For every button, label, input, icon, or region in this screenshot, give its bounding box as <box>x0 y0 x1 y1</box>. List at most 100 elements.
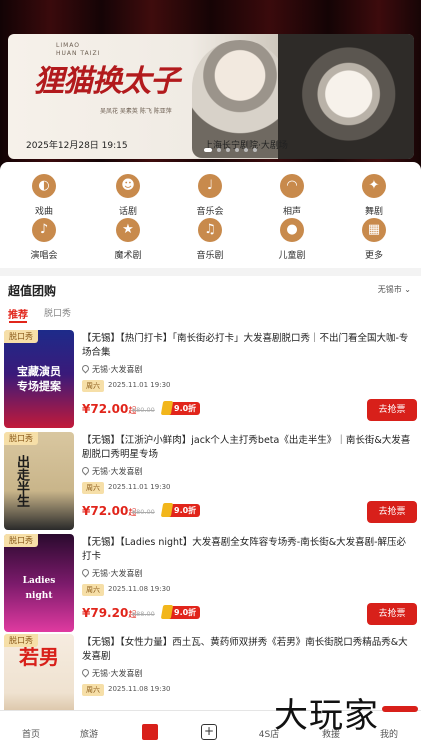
city-label: 无锡市 <box>377 285 402 294</box>
tab-recommend[interactable]: 推荐 <box>8 306 28 321</box>
location-pin-icon <box>80 363 91 374</box>
watermark-underline <box>382 706 418 712</box>
item-price: ¥72.00起 <box>82 402 137 416</box>
item-title: 【无锡】【Ladies night】大发喜剧全女阵容专场秀-南长街&大发喜剧-解… <box>82 537 407 562</box>
concert-mic-icon: ♪ <box>32 218 56 242</box>
poster-title: 出走半生 <box>14 455 29 507</box>
banner-cast: 吴凤花 吴素英 陈飞 陈亚萍 <box>100 108 172 115</box>
weekday-badge: 周六 <box>82 380 104 392</box>
section-title: 超值团购 <box>8 284 57 298</box>
buy-ticket-button[interactable]: 去抢票 <box>367 501 417 523</box>
location-pin-icon <box>80 567 91 578</box>
poster-image: Ladies night <box>4 534 74 632</box>
poster-image: 宝藏演员 专场提案 <box>4 330 74 428</box>
list-item[interactable]: 出走半生 脱口秀 【无锡】【江浙沪小鲜肉】jack个人主打秀beta《出走半生》… <box>0 432 421 530</box>
add-icon[interactable]: + <box>201 724 217 740</box>
poster-image: 出走半生 <box>4 432 74 530</box>
category-grid: ◐ 戏曲 ☻ 话剧 ♩ 音乐会 ◠ 相声 ✦ 舞剧 ♪ 演唱会 ★ 魔术剧 ♫ 音乐剧 ● 儿童剧… <box>0 162 421 268</box>
category-label: 相声 <box>282 207 301 217</box>
ticket-icon[interactable] <box>142 724 158 740</box>
list-item[interactable]: Ladies night 脱口秀 【无锡】【Ladies night】大发喜剧全… <box>0 534 421 632</box>
item-datetime: 2025.11.01 19:30 <box>108 483 171 491</box>
music-note-icon: ♫ <box>198 218 222 242</box>
original-price: ¥80.00 <box>132 508 155 516</box>
promo-banner[interactable]: LIMAO HUAN TAIZI 狸猫换太子 吴凤花 吴素英 陈飞 陈亚萍 202… <box>8 34 414 159</box>
category-label: 演唱会 <box>30 251 58 261</box>
item-location: 无锡·大发喜剧 <box>80 567 143 579</box>
buy-ticket-button[interactable]: 去抢票 <box>367 399 417 421</box>
poster-title: 宝藏演员 专场提案 <box>17 365 61 393</box>
poster-title: Ladies night <box>22 576 56 601</box>
drama-masks-icon: ☻ <box>116 174 140 198</box>
item-title: 【无锡】【江浙沪小鲜肉】jack个人主打秀beta《出走半生》｜南长街&大发喜剧… <box>82 435 411 460</box>
category-magic[interactable]: ★ 魔术剧 <box>93 218 163 261</box>
city-selector[interactable]: 无锡市 ⌄ <box>378 284 411 295</box>
chevron-down-icon: ⌄ <box>404 285 411 294</box>
category-label: 儿童剧 <box>278 251 306 261</box>
category-label: 舞剧 <box>364 207 383 217</box>
category-concert-music[interactable]: ♩ 音乐会 <box>175 174 245 217</box>
lips-icon: ◠ <box>280 174 304 198</box>
buy-ticket-button[interactable]: 去抢票 <box>367 603 417 625</box>
group-buy-section: 超值团购 无锡市 ⌄ 推荐 脱口秀 宝藏演员 专场提案 脱口秀 【无锡】【热门打卡… <box>0 276 421 732</box>
item-location: 无锡·大发喜剧 <box>80 465 143 477</box>
category-more[interactable]: ▦ 更多 <box>339 218 409 261</box>
magic-star-icon: ★ <box>116 218 140 242</box>
category-label: 更多 <box>364 251 383 261</box>
pagination-dot <box>204 148 212 152</box>
category-opera[interactable]: ◐ 戏曲 <box>9 174 79 217</box>
tab-talk-show[interactable]: 脱口秀 <box>44 306 71 319</box>
watermark-logo: 大玩家 <box>274 696 379 736</box>
category-children[interactable]: ● 儿童剧 <box>257 218 327 261</box>
category-musical[interactable]: ♫ 音乐剧 <box>175 218 245 261</box>
pagination-dot <box>244 148 248 152</box>
banner-performer-portrait <box>278 34 414 159</box>
teddy-bear-icon: ● <box>280 218 304 242</box>
nav-home[interactable]: 首页 <box>6 727 56 740</box>
poster-title: 若男 <box>19 645 59 669</box>
grid-more-icon: ▦ <box>362 218 386 242</box>
category-drama[interactable]: ☻ 话剧 <box>93 174 163 217</box>
location-pin-icon <box>80 465 91 476</box>
discount-badge: 9.0折 <box>164 606 201 619</box>
original-price: ¥80.00 <box>132 406 155 414</box>
discount-badge: 9.0折 <box>164 504 201 517</box>
pagination-dot <box>235 148 239 152</box>
category-label: 话剧 <box>118 207 137 217</box>
category-dance-drama[interactable]: ✦ 舞剧 <box>339 174 409 217</box>
microphone-icon: ♩ <box>198 174 222 198</box>
category-tag: 脱口秀 <box>4 534 38 547</box>
item-datetime: 2025.11.01 19:30 <box>108 381 171 389</box>
category-crosstalk[interactable]: ◠ 相声 <box>257 174 327 217</box>
weekday-badge: 周六 <box>82 584 104 596</box>
weekday-badge: 周六 <box>82 684 104 696</box>
item-datetime: 2025.11.08 19:30 <box>108 685 171 693</box>
category-tag: 脱口秀 <box>4 634 38 647</box>
original-price: ¥88.00 <box>132 610 155 618</box>
location-pin-icon <box>80 667 91 678</box>
opera-mask-icon: ◐ <box>32 174 56 198</box>
pagination-dot <box>253 148 257 152</box>
category-label: 音乐会 <box>196 207 224 217</box>
item-title: 【无锡】【热门打卡】「南长街必打卡」大发喜剧脱口秀｜不出门看全国大咖-专场合集 <box>82 333 409 358</box>
nav-travel[interactable]: 旅游 <box>64 727 114 740</box>
banner-title: 狸猫换太子 <box>34 64 180 99</box>
category-tag: 脱口秀 <box>4 330 38 343</box>
category-label: 戏曲 <box>34 207 53 217</box>
active-tab-underline <box>9 321 27 323</box>
item-location: 无锡·大发喜剧 <box>80 667 143 679</box>
list-item[interactable]: 宝藏演员 专场提案 脱口秀 【无锡】【热门打卡】「南长街必打卡」大发喜剧脱口秀｜不… <box>0 330 421 428</box>
item-title: 【无锡】【女性力量】西土瓦、黄药师双拼秀《若男》南长街脱口秀精品秀&大发喜剧 <box>82 637 408 662</box>
category-label: 音乐剧 <box>196 251 224 261</box>
item-datetime: 2025.11.08 19:30 <box>108 585 171 593</box>
dancer-icon: ✦ <box>362 174 386 198</box>
weekday-badge: 周六 <box>82 482 104 494</box>
pagination-dot <box>217 148 221 152</box>
item-location: 无锡·大发喜剧 <box>80 363 143 375</box>
pagination-dot <box>226 148 230 152</box>
discount-badge: 9.0折 <box>164 402 201 415</box>
category-label: 魔术剧 <box>114 251 142 261</box>
banner-date: 2025年12月28日 19:15 <box>26 141 128 151</box>
category-tag: 脱口秀 <box>4 432 38 445</box>
category-concert[interactable]: ♪ 演唱会 <box>9 218 79 261</box>
